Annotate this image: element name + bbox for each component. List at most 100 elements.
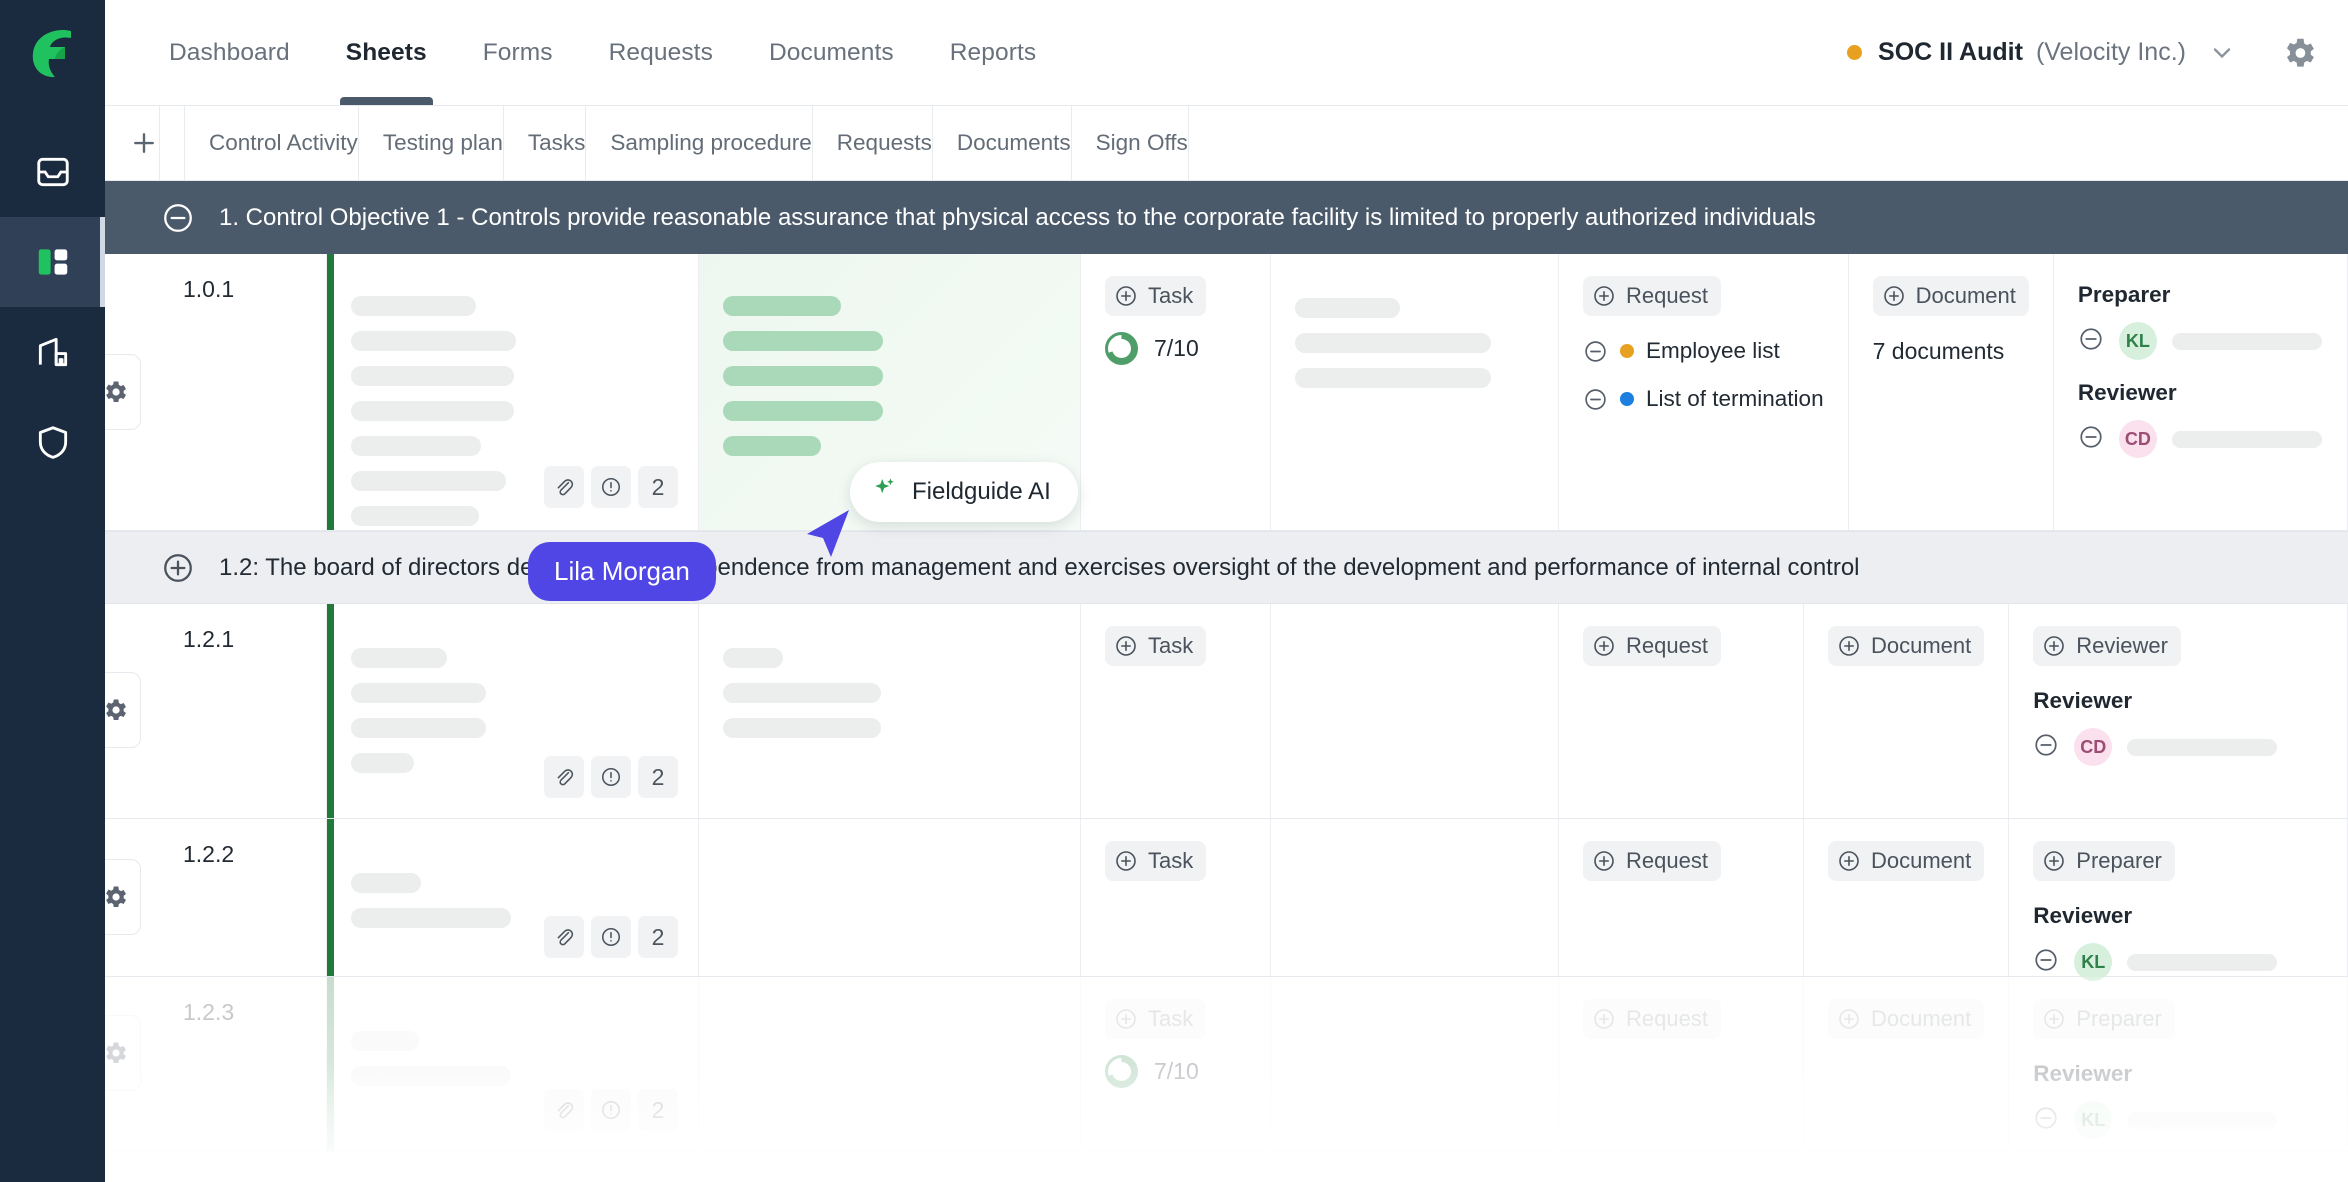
minus-circle-icon[interactable] xyxy=(1583,339,1608,364)
comment-count[interactable]: 2 xyxy=(638,916,678,958)
sidebar-item-security[interactable] xyxy=(0,397,105,487)
tab-requests[interactable]: Requests xyxy=(581,0,741,105)
comment-count[interactable]: 2 xyxy=(638,756,678,798)
cell-sign-offs[interactable]: Preparer Reviewer KL xyxy=(2009,977,2348,1151)
add-task-button[interactable]: Task xyxy=(1105,999,1207,1039)
add-request-button[interactable]: Request xyxy=(1583,626,1721,666)
table-row[interactable]: 1.2.1 2 Task Request Document Reviewer R… xyxy=(105,604,2348,819)
gear-icon[interactable] xyxy=(2280,34,2318,72)
cell-sign-offs[interactable]: Preparer Reviewer KL xyxy=(2009,819,2348,981)
paperclip-icon[interactable] xyxy=(544,1089,584,1131)
exclamation-circle-icon[interactable] xyxy=(591,916,631,958)
cell-control-activity[interactable]: 2 xyxy=(327,819,699,976)
fieldguide-g-logo[interactable] xyxy=(0,0,105,105)
tab-documents[interactable]: Documents xyxy=(741,0,922,105)
row-ref-cell[interactable]: 1.2.3 xyxy=(159,977,327,1151)
project-selector[interactable]: SOC II Audit (Velocity Inc.) xyxy=(1847,34,2348,72)
exclamation-circle-icon[interactable] xyxy=(591,466,631,508)
add-request-button[interactable]: Request xyxy=(1583,841,1721,881)
cell-documents[interactable]: Document 7 documents xyxy=(1849,254,2054,530)
cell-tasks[interactable]: Task xyxy=(1081,819,1271,976)
add-reviewer-button[interactable]: Reviewer xyxy=(2033,626,2181,666)
table-row[interactable]: 1.2.2 2 Task Request Document Preparer R… xyxy=(105,819,2348,981)
signoff-entry[interactable]: KL xyxy=(2033,943,2323,981)
row-settings-button[interactable] xyxy=(105,1015,141,1091)
minus-circle-icon[interactable] xyxy=(1583,387,1608,412)
paperclip-icon[interactable] xyxy=(544,756,584,798)
cell-requests[interactable]: Request xyxy=(1559,604,1804,818)
column-header-testing-plan[interactable]: Testing plan xyxy=(359,106,504,180)
cell-testing-plan[interactable] xyxy=(699,977,1081,1151)
cell-sampling-procedure[interactable] xyxy=(1271,604,1559,818)
add-document-button[interactable]: Document xyxy=(1828,841,1985,881)
sidebar-item-engagements[interactable] xyxy=(0,307,105,397)
cell-control-activity[interactable]: 2 xyxy=(327,977,699,1151)
sidebar-item-inbox[interactable] xyxy=(0,127,105,217)
row-settings-button[interactable] xyxy=(105,354,141,430)
add-document-button[interactable]: Document xyxy=(1828,999,1985,1039)
cell-testing-plan[interactable] xyxy=(699,604,1081,818)
minus-circle-icon[interactable] xyxy=(2078,424,2104,455)
signoff-entry[interactable]: CD xyxy=(2033,728,2323,766)
cell-sign-offs[interactable]: Reviewer Reviewer CD xyxy=(2009,604,2348,818)
column-header-control-activity[interactable]: Control Activity xyxy=(185,106,359,180)
row-ref-cell[interactable]: 1.0.1 xyxy=(159,254,327,530)
tab-dashboard[interactable]: Dashboard xyxy=(141,0,318,105)
paperclip-icon[interactable] xyxy=(544,916,584,958)
column-header-tasks[interactable]: Tasks xyxy=(504,106,587,180)
row-settings-button[interactable] xyxy=(105,859,141,935)
add-preparer-button[interactable]: Preparer xyxy=(2033,841,2175,881)
sidebar-item-sheets[interactable] xyxy=(0,217,105,307)
add-request-button[interactable]: Request xyxy=(1583,999,1721,1039)
add-request-button[interactable]: Request xyxy=(1583,276,1721,316)
signoff-entry[interactable]: CD xyxy=(2078,420,2323,458)
group-header-row[interactable]: 1. Control Objective 1 - Controls provid… xyxy=(105,181,2348,254)
add-task-button[interactable]: Task xyxy=(1105,276,1207,316)
signoff-entry[interactable]: KL xyxy=(2078,322,2323,360)
minus-circle-icon[interactable] xyxy=(161,201,195,235)
cell-requests[interactable]: Request xyxy=(1559,977,1804,1151)
tab-sheets[interactable]: Sheets xyxy=(318,0,455,105)
signoff-entry[interactable]: KL xyxy=(2033,1101,2323,1139)
table-row[interactable]: 1.2.3 2 Task 7/10 Request Document Prepa… xyxy=(105,977,2348,1152)
add-column-button[interactable] xyxy=(105,106,160,180)
cell-documents[interactable]: Document xyxy=(1804,977,2010,1151)
row-ref-cell[interactable]: 1.2.1 xyxy=(159,604,327,818)
column-header-ref[interactable] xyxy=(160,106,185,180)
minus-circle-icon[interactable] xyxy=(2033,732,2059,763)
exclamation-circle-icon[interactable] xyxy=(591,1089,631,1131)
chevron-down-icon[interactable] xyxy=(2208,39,2236,67)
cell-control-activity[interactable]: 2 xyxy=(327,254,699,530)
add-task-button[interactable]: Task xyxy=(1105,841,1207,881)
cell-tasks[interactable]: Task 7/10 xyxy=(1081,254,1271,530)
comment-count[interactable]: 2 xyxy=(638,1089,678,1131)
add-document-button[interactable]: Document xyxy=(1828,626,1985,666)
plus-circle-icon[interactable] xyxy=(161,551,195,585)
cell-control-activity[interactable]: 2 xyxy=(327,604,699,818)
cell-tasks[interactable]: Task 7/10 xyxy=(1081,977,1271,1151)
group-header-row[interactable]: 1.2: The board of directors demonstrates… xyxy=(105,531,2348,604)
table-row[interactable]: 1.0.1 2 Task 7/10 Request Employee list … xyxy=(105,254,2348,531)
paperclip-icon[interactable] xyxy=(544,466,584,508)
cell-requests[interactable]: Request Employee list List of terminatio… xyxy=(1559,254,1849,530)
column-header-sampling-procedure[interactable]: Sampling procedure xyxy=(586,106,813,180)
add-preparer-button[interactable]: Preparer xyxy=(2033,999,2175,1039)
minus-circle-icon[interactable] xyxy=(2078,326,2104,357)
tab-reports[interactable]: Reports xyxy=(922,0,1065,105)
column-header-requests[interactable]: Requests xyxy=(813,106,933,180)
column-header-sign-offs[interactable]: Sign Offs xyxy=(1072,106,1189,180)
minus-circle-icon[interactable] xyxy=(2033,1105,2059,1136)
add-document-button[interactable]: Document xyxy=(1872,276,2029,316)
cell-sign-offs[interactable]: Preparer KL Reviewer CD xyxy=(2054,254,2348,530)
cell-requests[interactable]: Request xyxy=(1559,819,1804,976)
fieldguide-ai-badge[interactable]: Fieldguide AI xyxy=(850,462,1078,522)
cell-tasks[interactable]: Task xyxy=(1081,604,1271,818)
comment-count[interactable]: 2 xyxy=(638,466,678,508)
row-ref-cell[interactable]: 1.2.2 xyxy=(159,819,327,976)
row-settings-button[interactable] xyxy=(105,672,141,748)
add-task-button[interactable]: Task xyxy=(1105,626,1207,666)
cell-sampling-procedure[interactable] xyxy=(1271,254,1559,530)
cell-testing-plan[interactable] xyxy=(699,819,1081,976)
cell-sampling-procedure[interactable] xyxy=(1271,819,1559,976)
cell-documents[interactable]: Document xyxy=(1804,604,2010,818)
